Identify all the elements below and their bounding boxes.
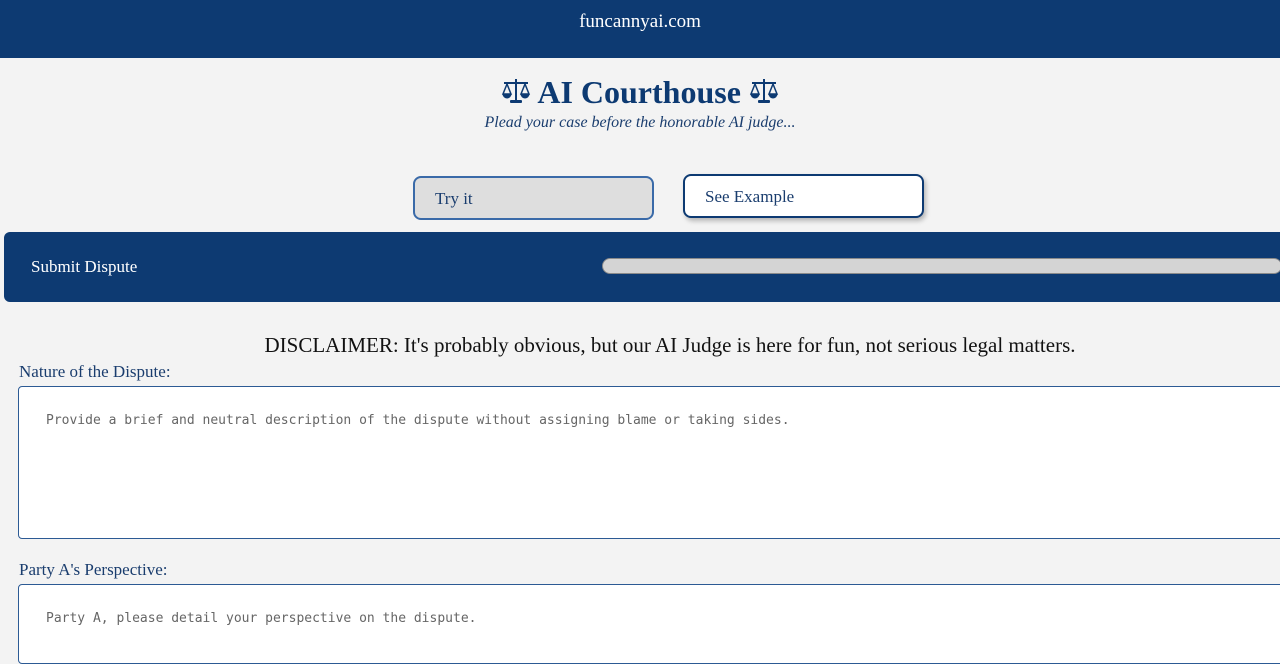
submit-dispute-button[interactable]: Submit Dispute xyxy=(31,256,137,278)
submit-dispute-bar[interactable]: Submit Dispute xyxy=(4,232,1280,302)
page-title-text: AI Courthouse xyxy=(537,74,741,110)
see-example-button[interactable]: See Example xyxy=(683,174,924,218)
scales-icon xyxy=(501,79,531,103)
try-it-button[interactable]: Try it xyxy=(413,176,654,220)
page-title: AI Courthouse xyxy=(0,72,1280,112)
scales-icon xyxy=(749,79,779,103)
party-a-perspective-input[interactable] xyxy=(18,584,1280,664)
top-header-bar: funcannyai.com xyxy=(0,0,1280,58)
disclaimer-text: DISCLAIMER: It's probably obvious, but o… xyxy=(264,333,1076,357)
site-name[interactable]: funcannyai.com xyxy=(0,10,1280,34)
party-a-perspective-label: Party A's Perspective: xyxy=(19,560,168,579)
nature-of-dispute-input[interactable] xyxy=(18,386,1280,539)
progress-bar xyxy=(602,258,1280,274)
nature-of-dispute-label: Nature of the Dispute: xyxy=(19,362,171,381)
page-subtitle: Plead your case before the honorable AI … xyxy=(484,114,796,131)
